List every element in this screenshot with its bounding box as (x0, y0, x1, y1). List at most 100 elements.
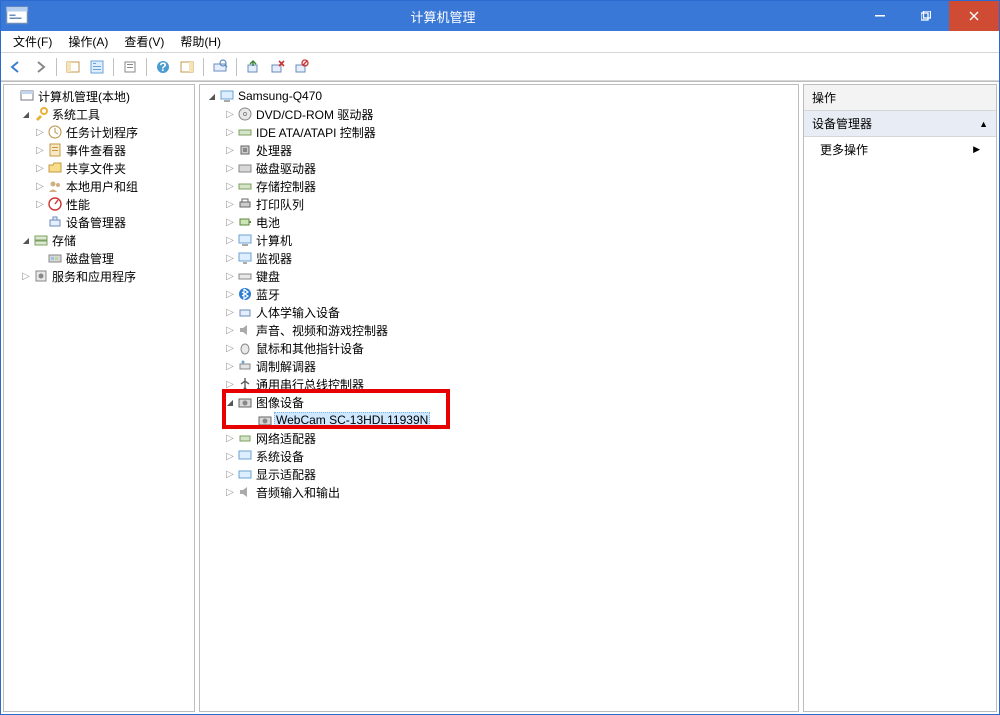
mouse-icon (236, 340, 254, 356)
expander-icon[interactable] (224, 109, 236, 120)
tree-system-tools[interactable]: 系统工具 (4, 105, 194, 123)
log-icon (46, 142, 64, 158)
tree-shared-folders[interactable]: 共享文件夹 (4, 159, 194, 177)
expander-icon[interactable] (34, 127, 46, 138)
tree-device-manager[interactable]: 设备管理器 (4, 213, 194, 231)
tree-root[interactable]: 计算机管理(本地) (4, 87, 194, 105)
device-sound[interactable]: 声音、视频和游戏控制器 (200, 321, 798, 339)
expander-icon[interactable] (34, 145, 46, 156)
back-button[interactable] (5, 56, 27, 78)
expander-icon[interactable] (34, 199, 46, 210)
tree-local-users[interactable]: 本地用户和组 (4, 177, 194, 195)
computer-icon (218, 88, 236, 104)
restore-button[interactable] (903, 1, 949, 31)
device-hid[interactable]: 人体学输入设备 (200, 303, 798, 321)
device-modem[interactable]: 调制解调器 (200, 357, 798, 375)
device-cpu[interactable]: 处理器 (200, 141, 798, 159)
services-icon (32, 268, 50, 284)
tree-services-apps[interactable]: 服务和应用程序 (4, 267, 194, 285)
window-title: 计算机管理 (29, 7, 857, 26)
help-button[interactable]: ? (152, 56, 174, 78)
scan-hardware-button[interactable] (209, 56, 231, 78)
expander-icon[interactable] (224, 307, 236, 318)
update-driver-button[interactable] (242, 56, 264, 78)
device-print[interactable]: 打印队列 (200, 195, 798, 213)
device-tree[interactable]: Samsung-Q470 DVD/CD-ROM 驱动器 IDE ATA/ATAP… (200, 85, 798, 503)
device-display[interactable]: 显示适配器 (200, 465, 798, 483)
title-bar[interactable]: 计算机管理 (1, 1, 999, 31)
uninstall-device-button[interactable] (266, 56, 288, 78)
expander-icon[interactable] (224, 397, 236, 408)
audio-io-icon (236, 484, 254, 500)
device-audio-io[interactable]: 音频输入和输出 (200, 483, 798, 501)
device-usb[interactable]: 通用串行总线控制器 (200, 375, 798, 393)
tree-storage[interactable]: 存储 (4, 231, 194, 249)
device-root[interactable]: Samsung-Q470 (200, 87, 798, 105)
expander-icon[interactable] (224, 469, 236, 480)
expander-icon[interactable] (224, 127, 236, 138)
expander-icon[interactable] (20, 109, 32, 120)
monitor-icon (236, 250, 254, 266)
device-disk-drives[interactable]: 磁盘驱动器 (200, 159, 798, 177)
tree-disk-mgmt[interactable]: 磁盘管理 (4, 249, 194, 267)
device-monitor[interactable]: 监视器 (200, 249, 798, 267)
menu-view[interactable]: 查看(V) (116, 31, 172, 52)
expander-icon[interactable] (224, 433, 236, 444)
show-hide-tree-button[interactable] (62, 56, 84, 78)
disable-device-button[interactable] (290, 56, 312, 78)
expander-icon[interactable] (206, 91, 218, 102)
ide-icon (236, 124, 254, 140)
close-button[interactable] (949, 1, 999, 31)
expander-icon[interactable] (224, 487, 236, 498)
detail-pane-button[interactable] (176, 56, 198, 78)
actions-more[interactable]: 更多操作 ▶ (804, 137, 996, 162)
device-battery[interactable]: 电池 (200, 213, 798, 231)
device-ide[interactable]: IDE ATA/ATAPI 控制器 (200, 123, 798, 141)
forward-button[interactable] (29, 56, 51, 78)
tree-performance[interactable]: 性能 (4, 195, 194, 213)
properties-button[interactable] (86, 56, 108, 78)
disc-icon (236, 106, 254, 122)
expander-icon[interactable] (224, 199, 236, 210)
console-tree[interactable]: 计算机管理(本地) 系统工具 任务计划程序 事件查看器 共享文件夹 本地用户和组… (4, 85, 194, 287)
expander-icon[interactable] (34, 181, 46, 192)
clock-icon (46, 124, 64, 140)
menu-help[interactable]: 帮助(H) (172, 31, 229, 52)
expander-icon[interactable] (224, 271, 236, 282)
device-bluetooth[interactable]: 蓝牙 (200, 285, 798, 303)
device-storage-ctrl[interactable]: 存储控制器 (200, 177, 798, 195)
expander-icon[interactable] (224, 253, 236, 264)
expander-icon[interactable] (34, 163, 46, 174)
expander-icon[interactable] (224, 235, 236, 246)
device-webcam[interactable]: WebCam SC-13HDL11939N (200, 411, 798, 429)
expander-icon[interactable] (224, 145, 236, 156)
expander-icon[interactable] (224, 361, 236, 372)
device-keyboard[interactable]: 键盘 (200, 267, 798, 285)
actions-section[interactable]: 设备管理器 ▲ (804, 111, 996, 137)
device-network[interactable]: 网络适配器 (200, 429, 798, 447)
tree-event-viewer[interactable]: 事件查看器 (4, 141, 194, 159)
expander-icon[interactable] (224, 451, 236, 462)
expander-icon[interactable] (20, 235, 32, 246)
expander-icon[interactable] (224, 325, 236, 336)
device-mouse[interactable]: 鼠标和其他指针设备 (200, 339, 798, 357)
device-imaging[interactable]: 图像设备 (200, 393, 798, 411)
menu-file[interactable]: 文件(F) (5, 31, 60, 52)
expander-icon[interactable] (224, 217, 236, 228)
device-dvd[interactable]: DVD/CD-ROM 驱动器 (200, 105, 798, 123)
network-icon (236, 430, 254, 446)
expander-icon[interactable] (224, 379, 236, 390)
device-computer[interactable]: 计算机 (200, 231, 798, 249)
expander-icon[interactable] (224, 163, 236, 174)
menu-action[interactable]: 操作(A) (60, 31, 116, 52)
expander-icon[interactable] (224, 181, 236, 192)
toolbar-separator (203, 58, 204, 76)
tree-task-scheduler[interactable]: 任务计划程序 (4, 123, 194, 141)
device-system[interactable]: 系统设备 (200, 447, 798, 465)
minimize-button[interactable] (857, 1, 903, 31)
expander-icon[interactable] (20, 271, 32, 282)
expander-icon[interactable] (224, 289, 236, 300)
export-list-button[interactable] (119, 56, 141, 78)
usb-icon (236, 376, 254, 392)
expander-icon[interactable] (224, 343, 236, 354)
